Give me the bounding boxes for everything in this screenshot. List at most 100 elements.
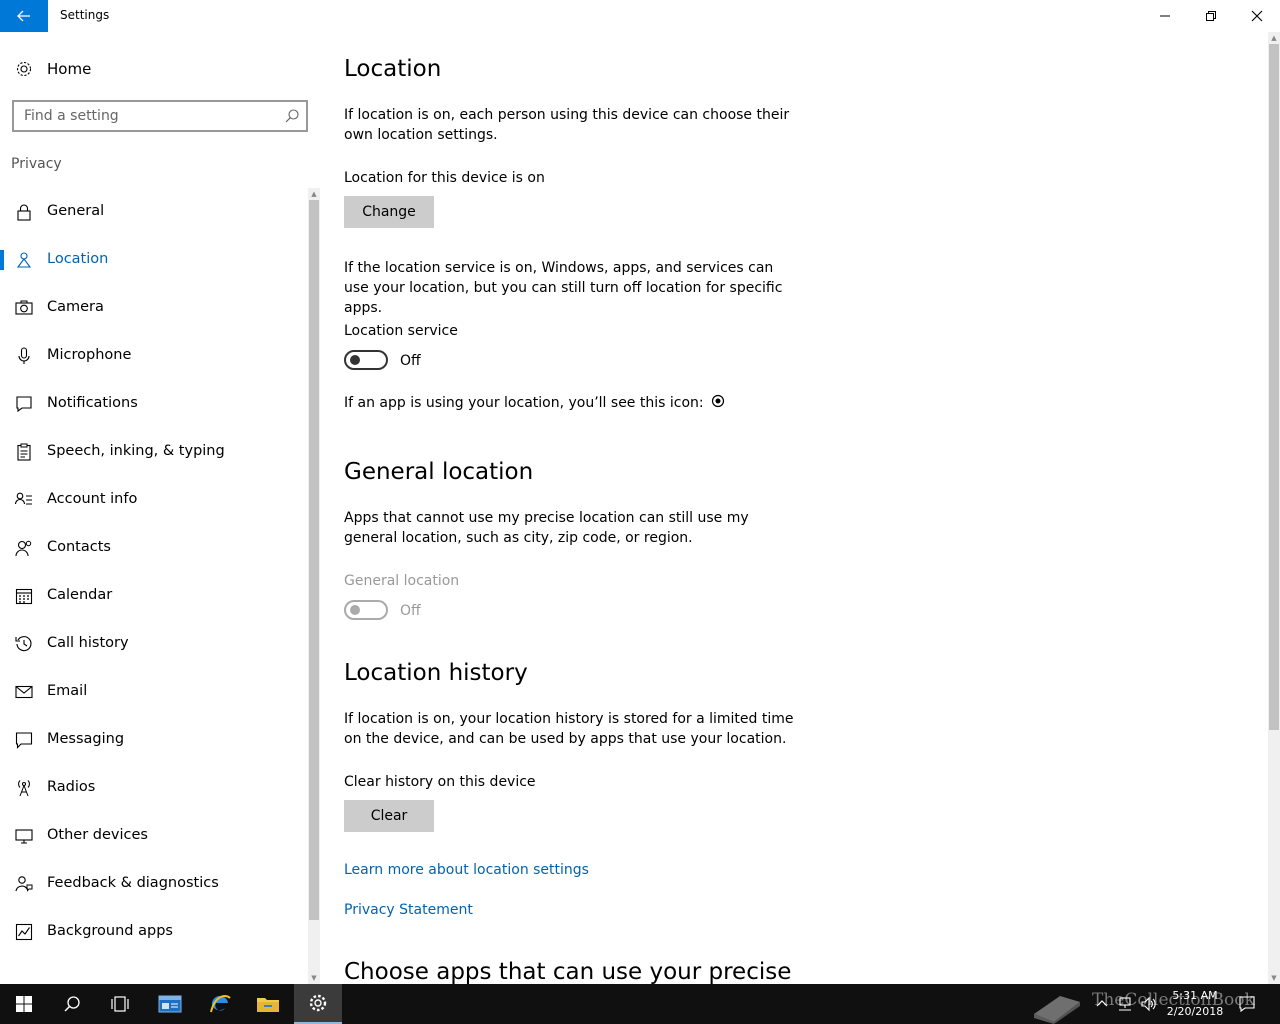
location-icon (16, 252, 32, 268)
privacy-statement-link[interactable]: Privacy Statement (344, 902, 473, 918)
search-input[interactable] (14, 102, 274, 130)
minimize-icon (1160, 15, 1170, 17)
location-history-description: If location is on, your location history… (344, 711, 794, 747)
start-icon (16, 996, 32, 1012)
general-location-state: Off (400, 603, 421, 619)
sidebar-item-label: Account info (47, 491, 138, 507)
main-content: Location If location is on, each person … (320, 32, 1268, 984)
main-scrollbar-thumb[interactable] (1269, 44, 1279, 730)
location-service-toggle[interactable] (344, 350, 388, 370)
sidebar-item-label: Notifications (47, 395, 138, 411)
clear-button[interactable]: Clear (344, 800, 434, 832)
sidebar-scroll-up-arrow-icon[interactable]: ▲ (308, 188, 320, 200)
sidebar-item-messaging[interactable]: Messaging (0, 716, 306, 764)
start-button[interactable] (0, 984, 48, 1024)
volume-icon[interactable] (1140, 996, 1158, 1012)
sidebar-item-other-devices[interactable]: Other devices (0, 812, 306, 860)
taskbar-edge[interactable] (196, 984, 244, 1024)
back-button[interactable] (0, 0, 48, 32)
sidebar-item-background-apps[interactable]: Background apps (0, 908, 306, 956)
clear-history-label: Clear history on this device (344, 774, 536, 790)
change-button[interactable]: Change (344, 196, 434, 228)
action-center-icon[interactable] (1238, 995, 1256, 1013)
sidebar-item-location[interactable]: Location (0, 236, 306, 284)
restore-button[interactable] (1188, 0, 1234, 32)
taskbar-clock[interactable]: 5:31 AM 2/20/2018 (1160, 988, 1230, 1020)
sidebar-home[interactable]: Home (0, 52, 320, 86)
task-view-button[interactable] (96, 984, 144, 1024)
taskbar-app-window[interactable] (146, 984, 194, 1024)
history-icon (15, 636, 32, 652)
notifications-icon (16, 396, 32, 413)
sidebar-item-notifications[interactable]: Notifications (0, 380, 306, 428)
search-icon[interactable] (284, 108, 300, 124)
close-icon (1251, 10, 1263, 22)
general-location-label: General location (344, 573, 460, 589)
sidebar-item-call-history[interactable]: Call history (0, 620, 306, 668)
location-in-use-icon (711, 394, 725, 408)
gear-icon (16, 61, 32, 77)
main-scroll-down-arrow-icon[interactable]: ▼ (1268, 972, 1280, 984)
sidebar-item-calendar[interactable]: Calendar (0, 572, 306, 620)
sidebar-home-label: Home (47, 60, 92, 78)
location-icon-note: If an app is using your location, you’ll… (344, 394, 725, 411)
location-service-label: Location service (344, 323, 458, 339)
window-title: Settings (60, 8, 110, 22)
sidebar-item-radios[interactable]: Radios (0, 764, 306, 812)
close-button[interactable] (1234, 0, 1280, 32)
main-scroll-up-arrow-icon[interactable]: ▲ (1268, 32, 1280, 44)
taskbar-search-button[interactable] (48, 984, 96, 1024)
general-location-heading: General location (344, 459, 534, 485)
clock-date: 2/20/2018 (1166, 1005, 1224, 1018)
edge-icon (210, 995, 231, 1013)
sidebar-item-microphone[interactable]: Microphone (0, 332, 306, 380)
sidebar-item-label: Email (47, 683, 88, 699)
back-arrow-icon (17, 10, 30, 22)
lock-icon (17, 204, 31, 221)
sidebar-item-contacts[interactable]: Contacts (0, 524, 306, 572)
page-title: Location (344, 56, 442, 82)
messaging-icon (15, 732, 33, 749)
sidebar-item-label: Messaging (47, 731, 125, 747)
restore-icon (1206, 11, 1216, 21)
learn-more-link[interactable]: Learn more about location settings (344, 862, 589, 878)
sidebar-item-email[interactable]: Email (0, 668, 306, 716)
sidebar-scrollbar-thumb[interactable] (309, 200, 319, 920)
show-hidden-icons-icon[interactable] (1096, 998, 1108, 1010)
clock-time: 5:31 AM (1172, 989, 1218, 1002)
choose-apps-heading: Choose apps that can use your precise (344, 959, 792, 984)
location-intro-text: If location is on, each person using thi… (344, 107, 790, 143)
taskbar-settings[interactable] (294, 984, 342, 1024)
file-explorer-icon (257, 998, 279, 1012)
sidebar-item-feedback-diagnostics[interactable]: Feedback & diagnostics (0, 860, 306, 908)
sidebar-item-label: General (47, 203, 105, 219)
title-bar: Settings (0, 0, 1280, 32)
privacy-nav: General Location Camera Microphone Notif… (0, 188, 306, 956)
section-label: Privacy (11, 156, 62, 172)
radio-tower-icon (18, 780, 30, 797)
minimize-button[interactable] (1142, 0, 1188, 32)
search-icon (64, 996, 80, 1012)
sidebar-scroll-down-arrow-icon[interactable]: ▼ (308, 972, 320, 984)
sidebar-item-label: Calendar (47, 587, 113, 603)
general-location-description: Apps that cannot use my precise location… (344, 510, 749, 546)
general-location-toggle[interactable] (344, 600, 388, 620)
location-icon-note-text: If an app is using your location, you’ll… (344, 395, 704, 411)
device-location-status: Location for this device is on (344, 170, 545, 186)
sidebar-item-camera[interactable]: Camera (0, 284, 306, 332)
location-service-description: If the location service is on, Windows, … (344, 260, 783, 316)
sidebar-item-speech-inking-typing[interactable]: Speech, inking, & typing (0, 428, 306, 476)
calendar-icon (15, 588, 33, 605)
search-box[interactable] (12, 100, 308, 132)
taskbar-file-explorer[interactable] (244, 984, 292, 1024)
book-logo-icon (1034, 996, 1080, 1024)
app-window-icon (158, 995, 182, 1013)
network-icon[interactable] (1116, 996, 1134, 1012)
location-service-state: Off (400, 353, 421, 369)
sidebar-item-account-info[interactable]: Account info (0, 476, 306, 524)
sidebar-item-label: Contacts (47, 539, 111, 555)
toggle-knob (350, 605, 360, 615)
sidebar-item-general[interactable]: General (0, 188, 306, 236)
microphone-icon (18, 347, 30, 364)
sidebar-item-label: Other devices (47, 827, 148, 843)
